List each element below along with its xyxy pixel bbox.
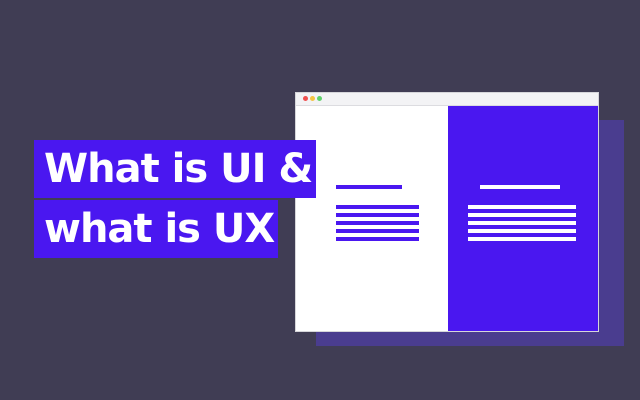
browser-window-illustration [295,92,599,332]
text-line [336,237,419,241]
heading-bar [336,185,402,189]
text-line [468,229,576,233]
text-line [336,221,419,225]
headline-line-2: what is UX [34,200,279,258]
headline-line-1: What is UI & [34,140,317,198]
heading-bar [480,185,560,189]
window-titlebar [296,93,598,106]
text-line [468,213,576,217]
text-line [336,205,419,209]
text-line [468,237,576,241]
maximize-dot-icon [317,96,322,101]
text-line [468,205,576,209]
ux-pane [448,106,598,331]
text-line [336,213,419,217]
text-line [468,221,576,225]
close-dot-icon [303,96,308,101]
hero-banner: What is UI & what is UX [0,0,640,400]
minimize-dot-icon [310,96,315,101]
ui-pane [296,106,448,331]
text-line [336,229,419,233]
